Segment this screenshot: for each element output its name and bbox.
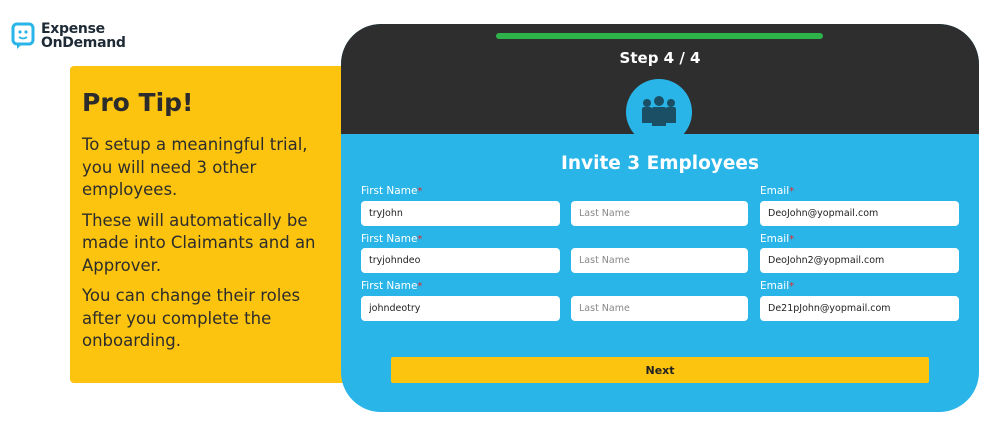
first-name-label-text: First Name [361,280,418,292]
required-marker: * [789,281,795,292]
brand-name-line1: Expense [41,21,105,37]
first-name-label: First Name* [361,185,422,197]
email-label-text: Email [760,185,790,197]
employees-icon [642,96,676,126]
last-name-input[interactable] [571,296,748,321]
brand-name: Expense OnDemand [41,22,126,50]
progress-bar [496,33,823,39]
email-label-text: Email [760,280,790,292]
email-input[interactable] [760,201,959,226]
next-button[interactable]: Next [391,357,929,383]
logo-icon [11,22,35,49]
first-name-input[interactable] [361,248,560,273]
pro-tip-panel: Pro Tip! To setup a meaningful trial, yo… [70,66,350,383]
pro-tip-paragraph: These will automatically be made into Cl… [82,210,316,275]
email-input[interactable] [760,248,959,273]
pro-tip-title: Pro Tip! [82,88,194,117]
card-title: Invite 3 Employees [561,153,759,174]
pro-tip-paragraph: You can change their roles after you com… [82,286,301,350]
brand-logo: Expense OnDemand [11,22,126,50]
brand-name-line2: OnDemand [41,35,126,51]
progress-bar-fill [496,33,823,39]
required-marker: * [789,234,795,245]
last-name-input[interactable] [571,248,748,273]
first-name-input[interactable] [361,201,560,226]
first-name-label: First Name* [361,280,422,292]
email-label: Email* [760,233,794,245]
pro-tip-paragraph: To setup a meaningful trial, you will ne… [82,135,308,199]
invite-card: Step 4 / 4 Invite 3 Employees First Name… [341,24,979,412]
email-label: Email* [760,280,794,292]
first-name-label-text: First Name [361,233,418,245]
first-name-label: First Name* [361,233,422,245]
required-marker: * [417,186,423,197]
first-name-label-text: First Name [361,185,418,197]
onboarding-page: Expense OnDemand Pro Tip! To setup a mea… [0,0,1000,422]
first-name-input[interactable] [361,296,560,321]
email-label: Email* [760,185,794,197]
email-label-text: Email [760,233,790,245]
last-name-input[interactable] [571,201,748,226]
email-input[interactable] [760,296,959,321]
required-marker: * [417,281,423,292]
required-marker: * [789,186,795,197]
step-indicator: Step 4 / 4 [619,49,701,67]
employees-emblem [626,79,692,145]
required-marker: * [417,234,423,245]
